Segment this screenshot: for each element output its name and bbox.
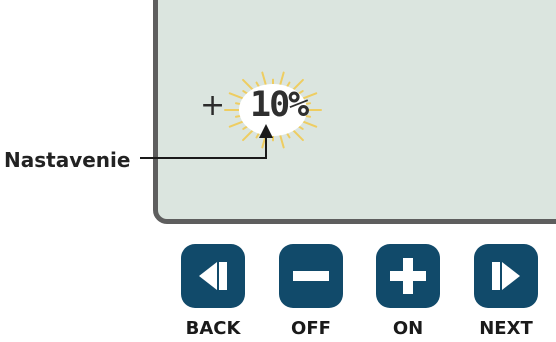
callout-label: Nastavenie [4,148,131,172]
next-button[interactable] [474,244,538,308]
on-label: ON [392,318,424,339]
next-label: NEXT [479,318,533,339]
off-label: OFF [291,318,331,339]
minus-icon [293,271,329,281]
plus-icon [390,258,426,294]
controller-diagram: + 10% Nastavenie BACK OFF ON NEXT [0,0,556,342]
back-icon [199,262,227,290]
next-icon [492,262,520,290]
back-button[interactable] [181,244,245,308]
back-label: BACK [185,318,241,339]
on-button[interactable] [376,244,440,308]
off-button[interactable] [279,244,343,308]
